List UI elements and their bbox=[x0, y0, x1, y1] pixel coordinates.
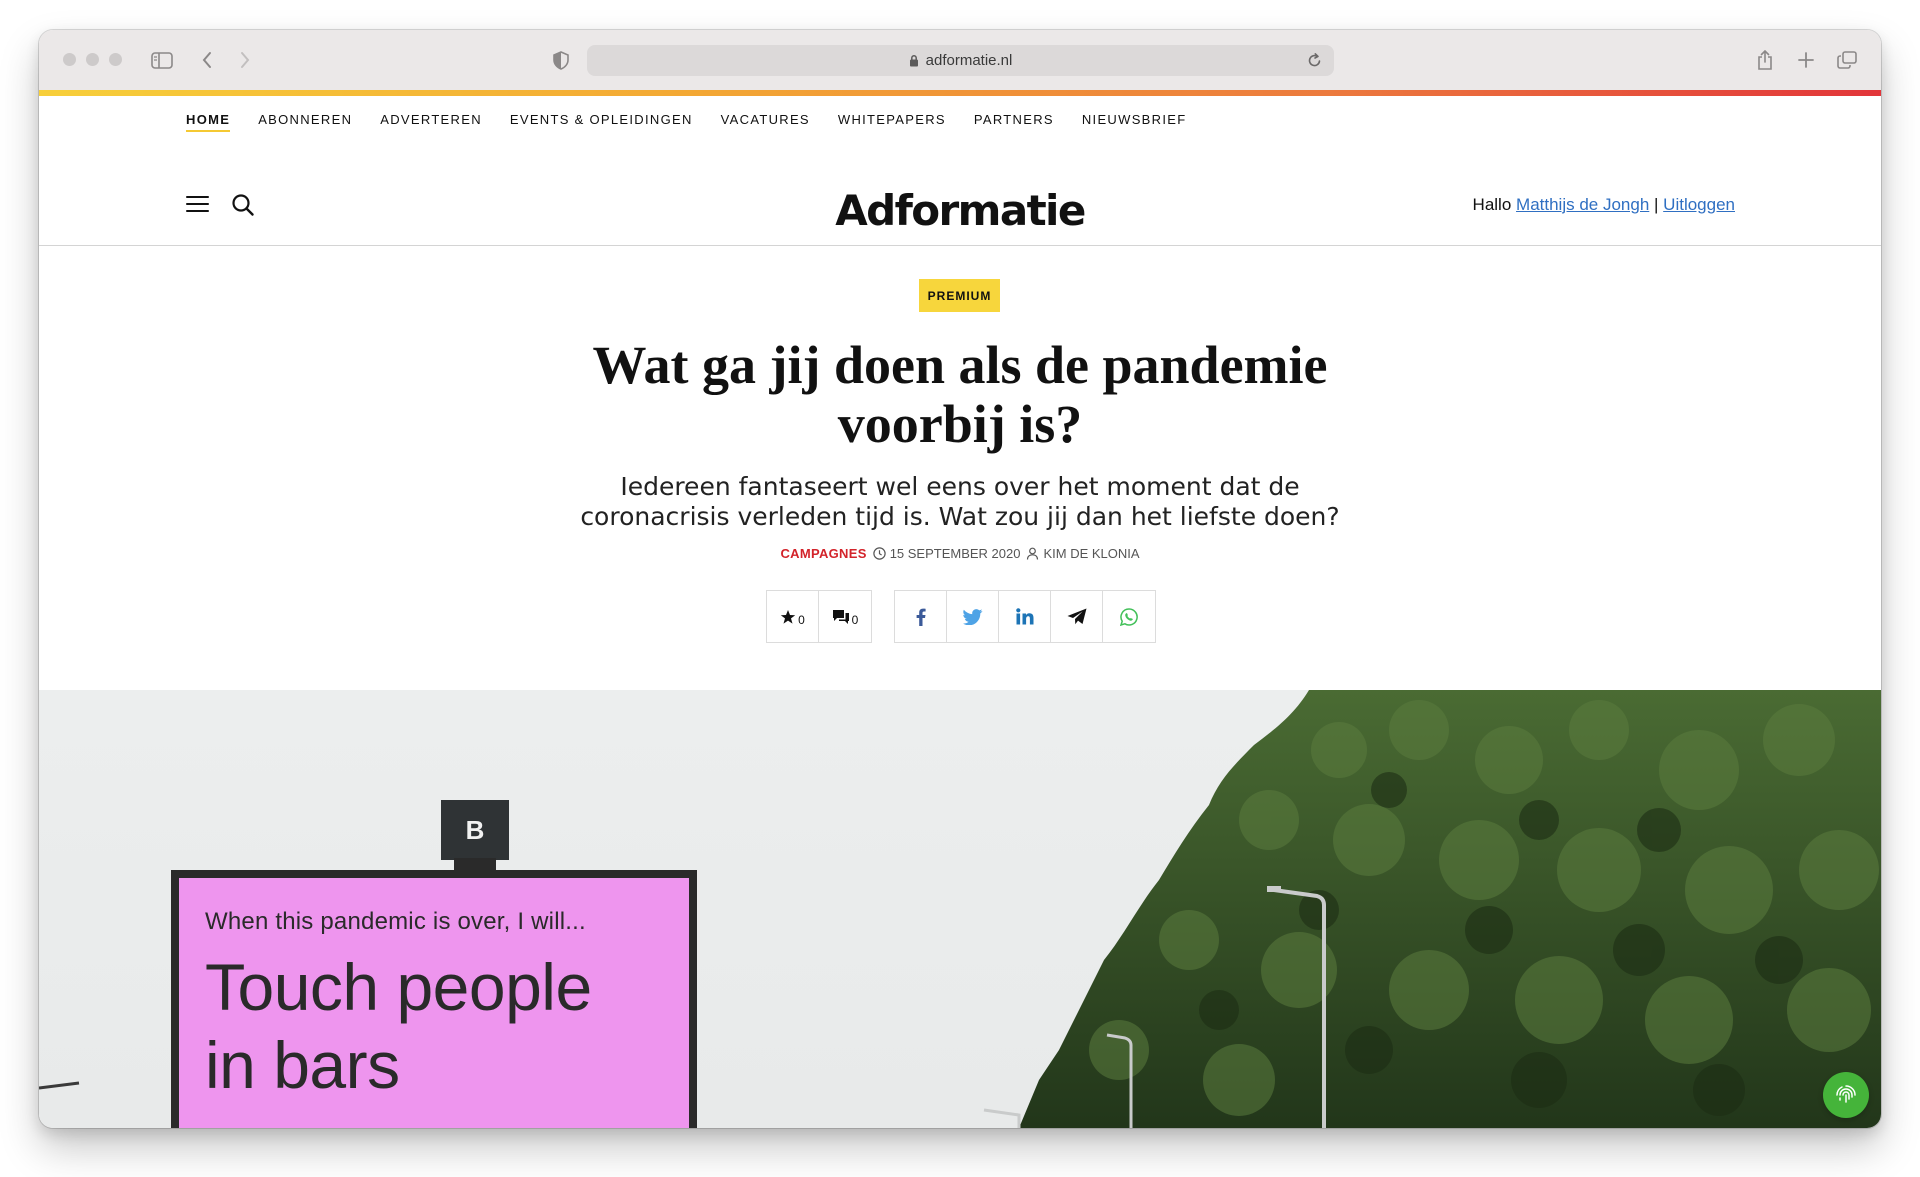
billboard: When this pandemic is over, I will... To… bbox=[171, 870, 697, 1128]
article-title: Wat ga jij doen als de pandemie voorbij … bbox=[39, 336, 1881, 454]
address-bar[interactable]: adformatie.nl bbox=[587, 45, 1334, 76]
star-icon bbox=[780, 609, 796, 624]
user-icon bbox=[1027, 547, 1039, 560]
header-divider bbox=[39, 245, 1881, 246]
author-name: KIM DE KLONIA bbox=[1043, 546, 1140, 561]
comments-count: 0 bbox=[851, 612, 859, 627]
article-actions: 0 0 bbox=[766, 590, 872, 643]
article-title-line: Wat ga jij doen als de pandemie bbox=[592, 335, 1328, 395]
article-intro-line: coronacrisis verleden tijd is. Wat zou j… bbox=[580, 502, 1340, 531]
reload-icon[interactable] bbox=[1307, 52, 1322, 72]
premium-badge: PREMIUM bbox=[919, 279, 1000, 312]
nav-partners[interactable]: PARTNERS bbox=[974, 112, 1054, 127]
browser-window: adformatie.nl HOME ABONNEREN ADVERTEREN … bbox=[39, 30, 1881, 1128]
telegram-icon bbox=[1067, 608, 1086, 625]
billboard-line: in bars bbox=[205, 1028, 400, 1102]
greeting-separator: | bbox=[1654, 195, 1659, 214]
publish-date-text: 15 SEPTEMBER 2020 bbox=[889, 546, 1021, 561]
favorite-count: 0 bbox=[798, 612, 805, 627]
top-navigation: HOME ABONNEREN ADVERTEREN EVENTS & OPLEI… bbox=[186, 112, 1187, 132]
clock-icon bbox=[872, 547, 886, 560]
brand-gradient-bar bbox=[39, 90, 1881, 96]
favorite-button[interactable]: 0 bbox=[767, 591, 819, 642]
facebook-icon bbox=[916, 608, 926, 626]
comments-icon bbox=[832, 609, 849, 624]
article-hero-image: B When this pandemic is over, I will... … bbox=[39, 690, 1881, 1128]
user-greeting: Hallo Matthijs de Jongh | Uitloggen bbox=[1473, 195, 1735, 215]
share-icon[interactable] bbox=[1752, 47, 1778, 73]
nav-home[interactable]: HOME bbox=[186, 112, 231, 132]
privacy-shield-icon[interactable] bbox=[548, 47, 574, 73]
nav-whitepapers[interactable]: WHITEPAPERS bbox=[838, 112, 946, 127]
forward-arrow-icon[interactable] bbox=[232, 47, 258, 73]
nav-adverteren[interactable]: ADVERTEREN bbox=[380, 112, 482, 127]
article-intro: Iedereen fantaseert wel eens over het mo… bbox=[39, 472, 1881, 532]
share-linkedin-button[interactable] bbox=[999, 591, 1051, 642]
share-facebook-button[interactable] bbox=[895, 591, 947, 642]
article-intro-line: Iedereen fantaseert wel eens over het mo… bbox=[620, 472, 1300, 501]
back-arrow-icon[interactable] bbox=[194, 47, 220, 73]
close-window-button[interactable] bbox=[63, 53, 76, 66]
nav-events-opleidingen[interactable]: EVENTS & OPLEIDINGEN bbox=[510, 112, 693, 127]
sidebar-toggle-icon[interactable] bbox=[149, 47, 175, 73]
billboard-small-text: When this pandemic is over, I will... bbox=[205, 908, 586, 935]
share-buttons bbox=[894, 590, 1156, 643]
nav-abonneren[interactable]: ABONNEREN bbox=[258, 112, 352, 127]
nav-nieuwsbrief[interactable]: NIEUWSBRIEF bbox=[1082, 112, 1187, 127]
whatsapp-icon bbox=[1120, 607, 1138, 626]
author: KIM DE KLONIA bbox=[1026, 546, 1140, 561]
minimize-window-button[interactable] bbox=[86, 53, 99, 66]
nav-vacatures[interactable]: VACATURES bbox=[721, 112, 810, 127]
article-title-line: voorbij is? bbox=[837, 394, 1083, 454]
logout-link[interactable]: Uitloggen bbox=[1663, 195, 1735, 214]
address-url: adformatie.nl bbox=[925, 52, 1013, 69]
billboard-line: Touch people bbox=[205, 950, 592, 1024]
new-tab-plus-icon[interactable] bbox=[1793, 47, 1819, 73]
tab-overview-icon[interactable] bbox=[1834, 47, 1860, 73]
window-controls bbox=[63, 53, 122, 66]
zoom-window-button[interactable] bbox=[109, 53, 122, 66]
browser-toolbar: adformatie.nl bbox=[39, 30, 1881, 90]
billboard-big-text: Touch people in bars bbox=[205, 948, 663, 1104]
share-telegram-button[interactable] bbox=[1051, 591, 1103, 642]
publish-date: 15 SEPTEMBER 2020 bbox=[872, 546, 1021, 561]
user-profile-link[interactable]: Matthijs de Jongh bbox=[1516, 195, 1649, 214]
share-whatsapp-button[interactable] bbox=[1103, 591, 1155, 642]
share-twitter-button[interactable] bbox=[947, 591, 999, 642]
comments-button[interactable]: 0 bbox=[819, 591, 871, 642]
greeting-text: Hallo bbox=[1472, 195, 1512, 214]
fingerprint-widget-button[interactable] bbox=[1823, 1072, 1869, 1118]
lock-icon bbox=[909, 55, 918, 67]
fingerprint-icon bbox=[1836, 1085, 1856, 1103]
linkedin-icon bbox=[1015, 608, 1033, 625]
twitter-icon bbox=[962, 608, 982, 625]
article-meta: CAMPAGNES 15 SEPTEMBER 2020 KIM DE KLONI… bbox=[39, 546, 1881, 561]
billboard-logo-box: B bbox=[441, 800, 509, 860]
category-link[interactable]: CAMPAGNES bbox=[780, 546, 866, 561]
